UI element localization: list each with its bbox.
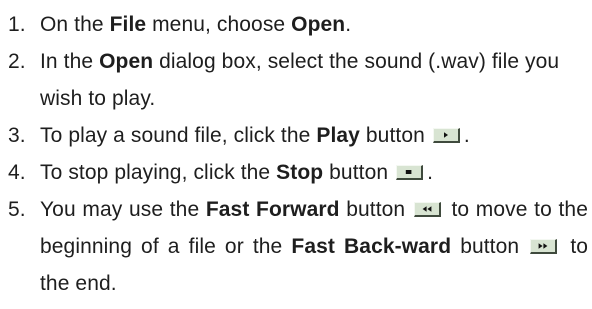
- stop-icon: [405, 170, 412, 174]
- step-5: 5. You may use the Fast Forward button t…: [8, 191, 588, 302]
- step-text: button: [359, 124, 425, 147]
- rewind-button-image: [413, 202, 441, 217]
- play-button-image: [432, 128, 460, 143]
- step-4: 4. To stop playing, click the Stop butto…: [8, 154, 588, 191]
- step-text: .: [345, 13, 352, 36]
- step-text: In the: [40, 50, 100, 73]
- step-text: You may use the: [40, 198, 206, 221]
- step-2: 2. In the Open dialog box, select the so…: [8, 43, 588, 117]
- step-text: To play a sound file, click the: [40, 124, 317, 147]
- step-text: button: [323, 161, 389, 184]
- step-text: .: [463, 124, 470, 147]
- command-name-open: Open: [291, 13, 346, 36]
- step-text: button: [451, 235, 520, 258]
- play-icon: [443, 132, 448, 138]
- step-text: button: [339, 198, 406, 221]
- step-3: 3. To play a sound file, click the Play …: [8, 117, 588, 154]
- step-text: On the: [40, 13, 110, 36]
- instruction-list: 1. On the File menu, choose Open. 2. In …: [8, 6, 588, 302]
- step-text: .: [427, 161, 434, 184]
- step-text: menu, choose: [146, 13, 292, 36]
- button-name-fast-forward: Fast Forward: [205, 198, 340, 221]
- step-1: 1. On the File menu, choose Open.: [8, 6, 588, 43]
- step-number: 3.: [8, 124, 26, 147]
- button-name-play: Play: [316, 124, 360, 147]
- fast-forward-button-image: [530, 239, 558, 254]
- fast-forward-icon: [538, 243, 548, 249]
- rewind-icon: [422, 206, 432, 212]
- button-name-stop: Stop: [276, 161, 324, 184]
- button-name-fast-backward: Fast Back-ward: [291, 235, 452, 258]
- step-text: To stop playing, click the: [40, 161, 277, 184]
- step-number: 2.: [8, 50, 26, 73]
- stop-button-image: [396, 165, 424, 180]
- step-number: 4.: [8, 161, 26, 184]
- step-number: 1.: [8, 13, 26, 36]
- dialog-name-open: Open: [99, 50, 154, 73]
- menu-name-file: File: [109, 13, 147, 36]
- step-number: 5.: [8, 198, 26, 221]
